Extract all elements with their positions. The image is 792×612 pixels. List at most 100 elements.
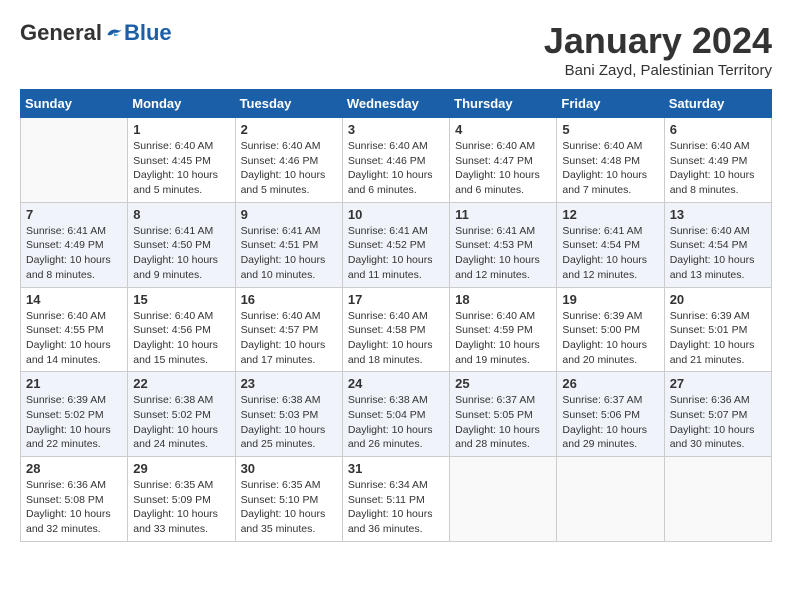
day-info: Sunrise: 6:35 AMSunset: 5:09 PMDaylight:… [133, 478, 229, 537]
day-info: Sunrise: 6:40 AMSunset: 4:58 PMDaylight:… [348, 309, 444, 368]
week-row-3: 14 Sunrise: 6:40 AMSunset: 4:55 PMDayligh… [21, 287, 772, 372]
month-title: January 2024 [544, 20, 772, 62]
day-info: Sunrise: 6:39 AMSunset: 5:00 PMDaylight:… [562, 309, 658, 368]
calendar-cell: 17 Sunrise: 6:40 AMSunset: 4:58 PMDayligh… [342, 287, 449, 372]
day-number: 10 [348, 207, 444, 222]
day-info: Sunrise: 6:36 AMSunset: 5:07 PMDaylight:… [670, 393, 766, 452]
day-info: Sunrise: 6:40 AMSunset: 4:47 PMDaylight:… [455, 139, 551, 198]
page-header: General Blue January 2024 Bani Zayd, Pal… [20, 20, 772, 79]
day-number: 9 [241, 207, 337, 222]
column-header-sunday: Sunday [21, 90, 128, 118]
day-number: 7 [26, 207, 122, 222]
calendar-cell: 25 Sunrise: 6:37 AMSunset: 5:05 PMDayligh… [450, 372, 557, 457]
calendar-cell: 27 Sunrise: 6:36 AMSunset: 5:07 PMDayligh… [664, 372, 771, 457]
logo-blue-text: Blue [124, 20, 172, 46]
day-info: Sunrise: 6:40 AMSunset: 4:59 PMDaylight:… [455, 309, 551, 368]
calendar-cell: 18 Sunrise: 6:40 AMSunset: 4:59 PMDayligh… [450, 287, 557, 372]
calendar-cell: 28Sunrise: 6:36 AMSunset: 5:08 PMDayligh… [21, 457, 128, 542]
day-info: Sunrise: 6:40 AMSunset: 4:45 PMDaylight:… [133, 139, 229, 198]
day-number: 28 [26, 461, 122, 476]
calendar-cell [21, 118, 128, 203]
day-info: Sunrise: 6:40 AMSunset: 4:46 PMDaylight:… [241, 139, 337, 198]
calendar-cell: 3 Sunrise: 6:40 AMSunset: 4:46 PMDaylight… [342, 118, 449, 203]
day-info: Sunrise: 6:40 AMSunset: 4:46 PMDaylight:… [348, 139, 444, 198]
calendar-cell [557, 457, 664, 542]
day-number: 18 [455, 292, 551, 307]
calendar-cell: 1Sunrise: 6:40 AMSunset: 4:45 PMDaylight… [128, 118, 235, 203]
day-number: 4 [455, 122, 551, 137]
logo-general-text: General [20, 20, 102, 46]
calendar-cell: 21 Sunrise: 6:39 AMSunset: 5:02 PMDayligh… [21, 372, 128, 457]
calendar-cell: 6 Sunrise: 6:40 AMSunset: 4:49 PMDaylight… [664, 118, 771, 203]
day-number: 15 [133, 292, 229, 307]
day-info: Sunrise: 6:41 AMSunset: 4:50 PMDaylight:… [133, 224, 229, 283]
day-info: Sunrise: 6:38 AMSunset: 5:02 PMDaylight:… [133, 393, 229, 452]
day-info: Sunrise: 6:40 AMSunset: 4:55 PMDaylight:… [26, 309, 122, 368]
calendar-cell: 29 Sunrise: 6:35 AMSunset: 5:09 PMDayligh… [128, 457, 235, 542]
day-number: 5 [562, 122, 658, 137]
week-row-4: 21 Sunrise: 6:39 AMSunset: 5:02 PMDayligh… [21, 372, 772, 457]
day-info: Sunrise: 6:41 AMSunset: 4:53 PMDaylight:… [455, 224, 551, 283]
calendar-cell: 15 Sunrise: 6:40 AMSunset: 4:56 PMDayligh… [128, 287, 235, 372]
day-info: Sunrise: 6:40 AMSunset: 4:48 PMDaylight:… [562, 139, 658, 198]
calendar-cell: 20Sunrise: 6:39 AMSunset: 5:01 PMDayligh… [664, 287, 771, 372]
calendar-cell: 10 Sunrise: 6:41 AMSunset: 4:52 PMDayligh… [342, 202, 449, 287]
day-info: Sunrise: 6:34 AMSunset: 5:11 PMDaylight:… [348, 478, 444, 537]
calendar-cell: 14 Sunrise: 6:40 AMSunset: 4:55 PMDayligh… [21, 287, 128, 372]
calendar-cell [450, 457, 557, 542]
day-number: 14 [26, 292, 122, 307]
calendar-cell: 19 Sunrise: 6:39 AMSunset: 5:00 PMDayligh… [557, 287, 664, 372]
calendar-cell: 16Sunrise: 6:40 AMSunset: 4:57 PMDayligh… [235, 287, 342, 372]
day-info: Sunrise: 6:39 AMSunset: 5:01 PMDaylight:… [670, 309, 766, 368]
day-info: Sunrise: 6:40 AMSunset: 4:49 PMDaylight:… [670, 139, 766, 198]
location-subtitle: Bani Zayd, Palestinian Territory [544, 62, 772, 79]
day-info: Sunrise: 6:37 AMSunset: 5:05 PMDaylight:… [455, 393, 551, 452]
day-info: Sunrise: 6:40 AMSunset: 4:56 PMDaylight:… [133, 309, 229, 368]
day-info: Sunrise: 6:38 AMSunset: 5:03 PMDaylight:… [241, 393, 337, 452]
column-header-tuesday: Tuesday [235, 90, 342, 118]
calendar-cell: 2Sunrise: 6:40 AMSunset: 4:46 PMDaylight… [235, 118, 342, 203]
calendar-cell: 23 Sunrise: 6:38 AMSunset: 5:03 PMDayligh… [235, 372, 342, 457]
calendar-cell: 31 Sunrise: 6:34 AMSunset: 5:11 PMDayligh… [342, 457, 449, 542]
day-number: 30 [241, 461, 337, 476]
day-number: 3 [348, 122, 444, 137]
day-number: 6 [670, 122, 766, 137]
day-number: 16 [241, 292, 337, 307]
day-info: Sunrise: 6:37 AMSunset: 5:06 PMDaylight:… [562, 393, 658, 452]
calendar-cell [664, 457, 771, 542]
column-header-monday: Monday [128, 90, 235, 118]
day-number: 29 [133, 461, 229, 476]
day-number: 27 [670, 376, 766, 391]
column-header-saturday: Saturday [664, 90, 771, 118]
column-header-friday: Friday [557, 90, 664, 118]
calendar-cell: 13 Sunrise: 6:40 AMSunset: 4:54 PMDayligh… [664, 202, 771, 287]
day-number: 25 [455, 376, 551, 391]
day-number: 24 [348, 376, 444, 391]
day-info: Sunrise: 6:40 AMSunset: 4:54 PMDaylight:… [670, 224, 766, 283]
day-number: 22 [133, 376, 229, 391]
day-number: 11 [455, 207, 551, 222]
calendar-cell: 7Sunrise: 6:41 AMSunset: 4:49 PMDaylight… [21, 202, 128, 287]
column-header-thursday: Thursday [450, 90, 557, 118]
day-number: 12 [562, 207, 658, 222]
day-info: Sunrise: 6:39 AMSunset: 5:02 PMDaylight:… [26, 393, 122, 452]
day-number: 23 [241, 376, 337, 391]
day-info: Sunrise: 6:41 AMSunset: 4:54 PMDaylight:… [562, 224, 658, 283]
logo-bird-icon [104, 23, 124, 43]
day-number: 13 [670, 207, 766, 222]
calendar-cell: 12 Sunrise: 6:41 AMSunset: 4:54 PMDayligh… [557, 202, 664, 287]
day-number: 31 [348, 461, 444, 476]
calendar-cell: 5 Sunrise: 6:40 AMSunset: 4:48 PMDaylight… [557, 118, 664, 203]
day-info: Sunrise: 6:35 AMSunset: 5:10 PMDaylight:… [241, 478, 337, 537]
week-row-5: 28Sunrise: 6:36 AMSunset: 5:08 PMDayligh… [21, 457, 772, 542]
column-header-wednesday: Wednesday [342, 90, 449, 118]
day-number: 19 [562, 292, 658, 307]
calendar-cell: 26Sunrise: 6:37 AMSunset: 5:06 PMDayligh… [557, 372, 664, 457]
day-info: Sunrise: 6:41 AMSunset: 4:52 PMDaylight:… [348, 224, 444, 283]
calendar-header-row: SundayMondayTuesdayWednesdayThursdayFrid… [21, 90, 772, 118]
day-number: 17 [348, 292, 444, 307]
week-row-2: 7Sunrise: 6:41 AMSunset: 4:49 PMDaylight… [21, 202, 772, 287]
day-number: 21 [26, 376, 122, 391]
day-info: Sunrise: 6:41 AMSunset: 4:51 PMDaylight:… [241, 224, 337, 283]
day-info: Sunrise: 6:38 AMSunset: 5:04 PMDaylight:… [348, 393, 444, 452]
